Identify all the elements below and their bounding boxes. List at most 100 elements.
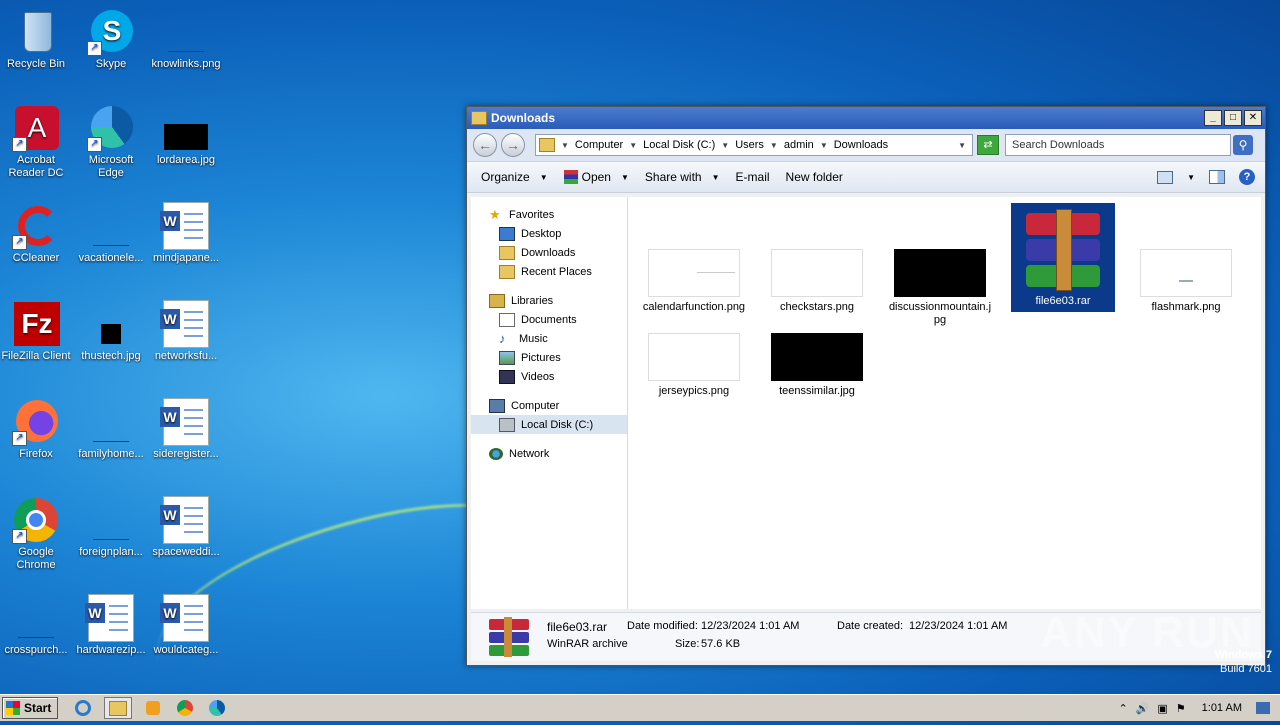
start-button[interactable]: Start: [2, 697, 59, 719]
desktop-icon-recycle-bin[interactable]: Recycle Bin: [0, 8, 72, 71]
chevron-down-icon[interactable]: ▼: [721, 141, 729, 150]
chevron-down-icon[interactable]: ▼: [629, 141, 637, 150]
nav-music[interactable]: ♪ Music: [471, 329, 627, 348]
address-bar[interactable]: ▼ Computer ▼ Local Disk (C:) ▼ Users ▼ a…: [535, 134, 973, 156]
desktop-icon-thustech[interactable]: thustech.jpg: [75, 300, 147, 363]
desktop-icon-chrome[interactable]: ↗ Google Chrome: [0, 496, 72, 572]
file-list: calendarfunction.png checkstars.png disc…: [628, 197, 1261, 609]
minimize-button[interactable]: _: [1204, 110, 1222, 126]
desktop-icon-familyhome[interactable]: familyhome...: [75, 398, 147, 461]
size-label: Size:: [675, 638, 700, 650]
file-item[interactable]: flashmark.png: [1134, 249, 1238, 314]
file-item-selected[interactable]: file6e03.rar: [1011, 203, 1115, 312]
desktop-icon-hardwarezip[interactable]: W hardwarezip...: [75, 594, 147, 657]
nav-recent-places[interactable]: Recent Places: [471, 262, 627, 281]
chrome-icon[interactable]: [174, 698, 196, 718]
breadcrumb-computer[interactable]: Computer: [575, 139, 623, 151]
new-folder-button[interactable]: New folder: [778, 170, 851, 184]
file-item[interactable]: jerseypics.png: [642, 333, 746, 398]
desktop-icon-knowlinks[interactable]: knowlinks.png: [150, 8, 222, 71]
music-icon: ♪: [499, 330, 506, 346]
internet-explorer-icon[interactable]: [72, 698, 94, 718]
open-button[interactable]: Open ▼: [556, 170, 637, 184]
organize-button[interactable]: Organize ▼: [473, 170, 556, 184]
chevron-down-icon[interactable]: ▼: [561, 141, 569, 150]
desktop-icon-skype[interactable]: S ↗ Skype: [75, 8, 147, 71]
clock[interactable]: 1:01 AM: [1202, 702, 1242, 714]
image-thumbnail: [771, 249, 863, 297]
search-icon[interactable]: ⚲: [1233, 135, 1253, 155]
nav-computer[interactable]: Computer: [471, 396, 627, 415]
breadcrumb-admin[interactable]: admin: [784, 139, 814, 151]
image-file-icon: [87, 300, 135, 348]
nav-local-disk[interactable]: Local Disk (C:): [471, 415, 627, 434]
libraries-icon: [489, 293, 505, 308]
address-dropdown-icon[interactable]: ▼: [958, 141, 966, 150]
edge-icon[interactable]: [206, 698, 228, 718]
refresh-icon[interactable]: ⇄: [977, 135, 999, 155]
desktop-icon-firefox[interactable]: ↗ Firefox: [0, 398, 72, 461]
breadcrumb-downloads[interactable]: Downloads: [834, 139, 888, 151]
desktop-icon-foreignplan[interactable]: foreignplan...: [75, 496, 147, 559]
nav-documents[interactable]: Documents: [471, 310, 627, 329]
media-player-icon[interactable]: [142, 698, 164, 718]
chevron-down-icon[interactable]: ▼: [621, 173, 629, 182]
organize-label: Organize: [481, 170, 530, 184]
file-item[interactable]: calendarfunction.png: [642, 249, 746, 314]
image-thumbnail: [894, 249, 986, 297]
show-desktop-icon[interactable]: [1256, 702, 1270, 714]
explorer-window[interactable]: Downloads _ □ ✕ ← → ▼ Computer ▼ Local D…: [466, 106, 1266, 666]
title-bar[interactable]: Downloads _ □ ✕: [467, 107, 1265, 129]
desktop-icon-acrobat[interactable]: A ↗ Acrobat Reader DC: [0, 104, 72, 180]
close-button[interactable]: ✕: [1244, 110, 1262, 126]
desktop-icon-edge[interactable]: ↗ Microsoft Edge: [75, 104, 147, 180]
email-button[interactable]: E-mail: [728, 170, 778, 184]
search-input[interactable]: Search Downloads: [1005, 134, 1231, 156]
desktop-icon-filezilla[interactable]: Fz FileZilla Client: [0, 300, 72, 363]
action-center-icon[interactable]: ⚑: [1176, 702, 1186, 715]
file-item[interactable]: teenssimilar.jpg: [765, 333, 869, 398]
file-item[interactable]: discussionmountain.jpg: [888, 249, 992, 327]
nav-desktop[interactable]: Desktop: [471, 224, 627, 243]
help-icon[interactable]: ?: [1239, 169, 1255, 185]
chevron-down-icon: ▼: [539, 172, 548, 182]
desktop-icon-lordarea[interactable]: lordarea.jpg: [150, 104, 222, 167]
window-title: Downloads: [491, 111, 556, 125]
network-tray-icon[interactable]: ▣: [1157, 702, 1167, 715]
date-modified-label: Date modified:: [627, 620, 698, 632]
view-icon[interactable]: [1157, 170, 1174, 184]
desktop-icon-vacationele[interactable]: vacationele...: [75, 202, 147, 265]
nav-pictures[interactable]: Pictures: [471, 348, 627, 367]
nav-network[interactable]: Network: [471, 444, 627, 463]
chevron-down-icon[interactable]: ▼: [1187, 173, 1195, 182]
breadcrumb-local-disk[interactable]: Local Disk (C:): [643, 139, 715, 151]
nav-favorites[interactable]: ★ Favorites: [471, 205, 627, 224]
file-item[interactable]: checkstars.png: [765, 249, 869, 314]
preview-pane-icon[interactable]: [1209, 170, 1225, 184]
breadcrumb-users[interactable]: Users: [735, 139, 764, 151]
nav-libraries[interactable]: Libraries: [471, 291, 627, 310]
image-file-icon: [87, 202, 135, 250]
nav-videos[interactable]: Videos: [471, 367, 627, 386]
back-button[interactable]: ←: [473, 133, 497, 157]
desktop-icon-ccleaner[interactable]: ↗ CCleaner: [0, 202, 72, 265]
pictures-icon: [499, 350, 515, 365]
desktop-icon-sideregister[interactable]: W sideregister...: [150, 398, 222, 461]
share-with-button[interactable]: Share with ▼: [637, 170, 728, 184]
acrobat-icon: A ↗: [12, 104, 60, 152]
chevron-down-icon[interactable]: ▼: [770, 141, 778, 150]
desktop-icon-wouldcateg[interactable]: W wouldcateg...: [150, 594, 222, 657]
desktop-icon-networksfu[interactable]: W networksfu...: [150, 300, 222, 363]
chevron-down-icon[interactable]: ▼: [820, 141, 828, 150]
desktop-icon-crosspurch[interactable]: crosspurch...: [0, 594, 72, 657]
windows-logo-icon: [6, 701, 20, 715]
desktop-icon-mindjapane[interactable]: W mindjapane...: [150, 202, 222, 265]
nav-downloads[interactable]: Downloads: [471, 243, 627, 262]
explorer-taskbar-icon[interactable]: [104, 697, 133, 719]
maximize-button[interactable]: □: [1224, 110, 1242, 126]
desktop-icon-spaceweddi[interactable]: W spaceweddi...: [150, 496, 222, 559]
show-hidden-icons-icon[interactable]: ⌃: [1118, 702, 1127, 715]
word-document-icon: W: [160, 398, 210, 446]
forward-button[interactable]: →: [501, 133, 525, 157]
volume-icon[interactable]: 🔊: [1136, 702, 1150, 715]
